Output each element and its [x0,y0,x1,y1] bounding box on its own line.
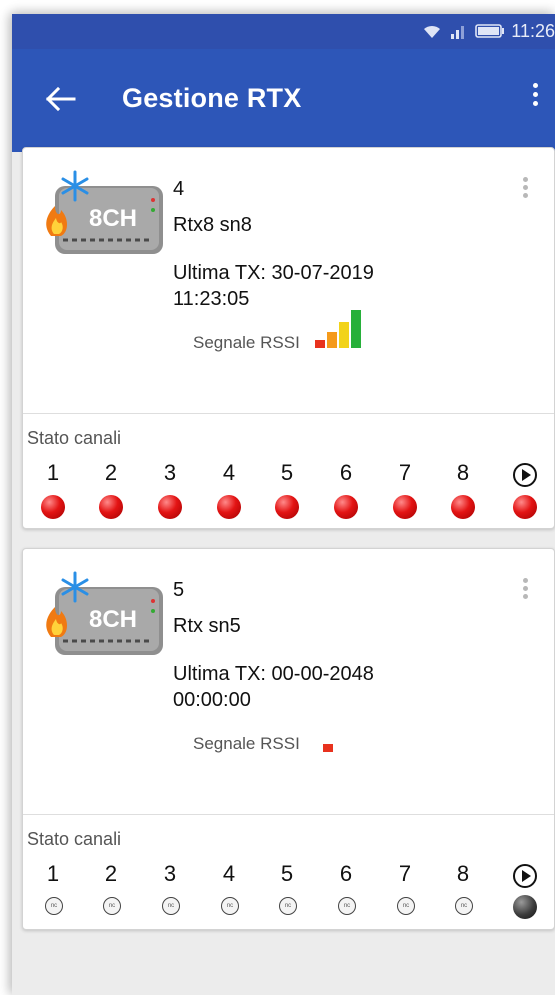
extra-led-dark[interactable] [513,895,537,919]
play-icon[interactable] [512,863,538,889]
channel-led-on[interactable] [99,495,123,519]
last-tx-label: Ultima TX: 30-07-2019 [173,262,374,284]
divider [23,413,554,414]
channel-led-nc[interactable]: nc [103,897,121,915]
status-time: 11:26 [511,20,555,41]
channel-number: 6 [339,861,353,886]
channels-label: Stato canali [27,428,122,448]
divider [23,814,554,815]
device-id: 4 [173,178,185,200]
channels-label: Stato canali [27,829,122,849]
phone-screen: 11:26 Gestione RTX 8CH 4 Rtx8 sn8 Ultima… [12,14,555,995]
back-arrow-icon[interactable] [40,79,80,119]
rssi-bar [323,744,333,752]
channel-number: 3 [163,460,177,485]
wifi-icon [424,25,441,38]
channel-number: 5 [280,861,294,886]
rssi-bars [315,310,361,348]
channel-number: 6 [339,460,353,485]
channel-number: 2 [104,861,118,886]
channel-led-nc[interactable]: nc [221,897,239,915]
rssi-label: Segnale RSSI [193,734,300,753]
channel-led-on[interactable] [217,495,241,519]
play-icon[interactable] [512,462,538,488]
card-menu-icon[interactable] [518,575,532,615]
rssi-bar [339,322,349,348]
card-menu-icon[interactable] [518,174,532,214]
channel-led-nc[interactable]: nc [45,897,63,915]
extra-led-on[interactable] [513,495,537,519]
rssi-bar [315,340,325,348]
last-tx-time: 00:00:00 [173,689,251,711]
channel-number: 2 [104,460,118,485]
channel-led-on[interactable] [334,495,358,519]
svg-text:8CH: 8CH [89,606,137,633]
channel-led-on[interactable] [158,495,182,519]
rssi-bar [351,310,361,348]
device-8ch-icon: 8CH [46,571,163,655]
channel-number: 1 [46,861,60,886]
channel-led-nc[interactable]: nc [338,897,356,915]
rssi-bar [327,332,337,348]
channel-number: 8 [456,460,470,485]
channel-led-nc[interactable]: nc [455,897,473,915]
channel-number: 7 [398,861,412,886]
svg-text:8CH: 8CH [89,205,137,232]
device-8ch-icon: 8CH [46,170,163,254]
last-tx-time: 11:23:05 [173,288,250,310]
channel-led-on[interactable] [41,495,65,519]
rtx-card[interactable]: 8CH 4 Rtx8 sn8 Ultima TX: 30-07-2019 11:… [22,147,555,529]
channel-number: 7 [398,460,412,485]
app-bar: Gestione RTX [12,49,555,152]
status-icons: 11:26 [421,20,555,42]
rssi-label: Segnale RSSI [193,333,300,352]
channel-number: 1 [46,460,60,485]
channel-led-on[interactable] [451,495,475,519]
channel-led-nc[interactable]: nc [397,897,415,915]
channel-led-on[interactable] [275,495,299,519]
last-tx-label: Ultima TX: 00-00-2048 [173,663,374,685]
channel-number: 4 [222,861,236,886]
page-title: Gestione RTX [122,83,302,113]
channel-number: 4 [222,460,236,485]
channel-number: 8 [456,861,470,886]
rtx-card[interactable]: 8CH 5 Rtx sn5 Ultima TX: 00-00-2048 00:0… [22,548,555,930]
channel-led-on[interactable] [393,495,417,519]
channel-led-nc[interactable]: nc [162,897,180,915]
rssi-bars [323,744,333,752]
channel-number: 3 [163,861,177,886]
signal-icon [451,26,465,39]
battery-icon [475,24,505,38]
device-id: 5 [173,579,185,601]
device-name: Rtx8 sn8 [173,214,252,236]
channel-led-nc[interactable]: nc [279,897,297,915]
device-name: Rtx sn5 [173,615,241,637]
overflow-menu-icon[interactable] [523,79,547,119]
status-bar: 11:26 [12,14,555,49]
channel-number: 5 [280,460,294,485]
